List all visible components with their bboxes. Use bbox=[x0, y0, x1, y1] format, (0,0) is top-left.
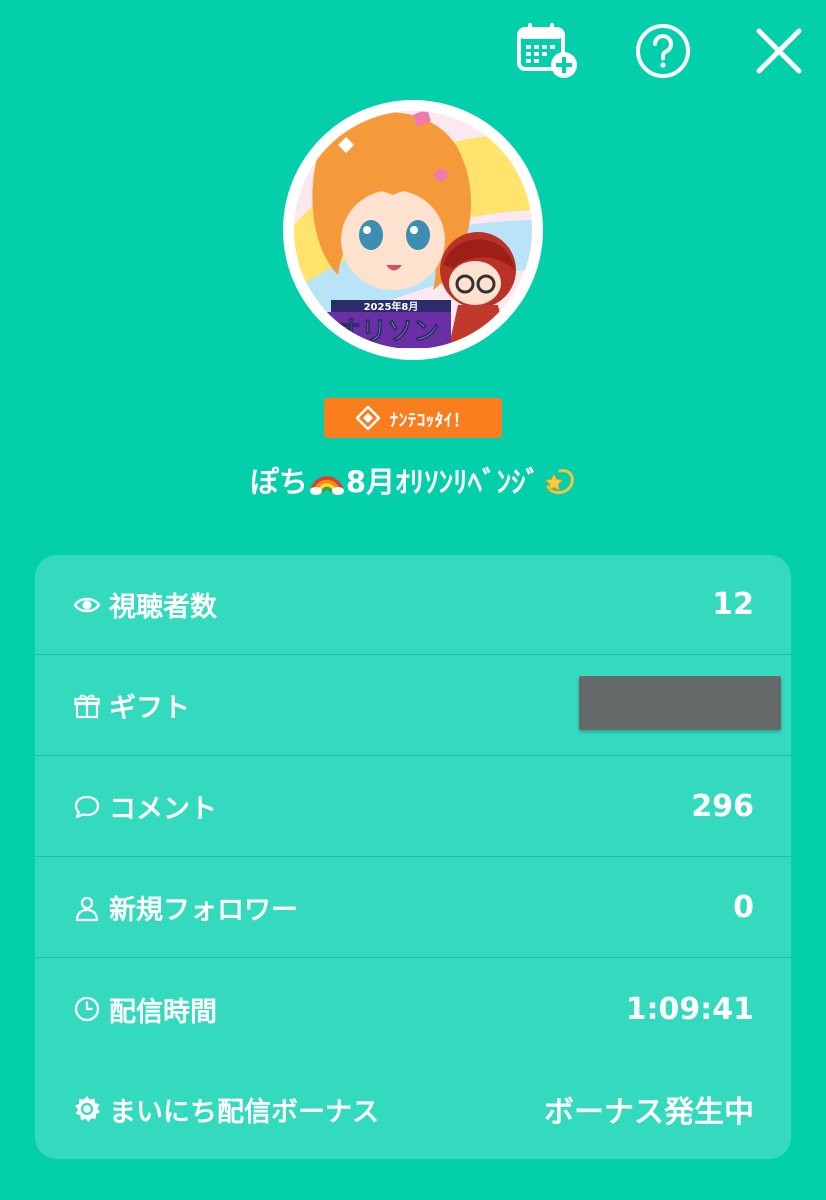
stat-label: 新規フォロワー bbox=[109, 895, 298, 926]
eye-icon bbox=[73, 597, 101, 612]
stat-value: ボーナス発生中 bbox=[544, 1095, 754, 1130]
person-icon bbox=[75, 896, 99, 921]
avatar-illustration: 2025年8月 オリソン bbox=[288, 105, 538, 355]
rainbow-icon bbox=[309, 476, 344, 495]
close-icon bbox=[756, 28, 802, 74]
stream-title: ぽち 8月ｵﾘｿﾝﾘﾍﾞﾝｼﾞ bbox=[0, 456, 826, 504]
stat-value: 0 bbox=[733, 890, 754, 925]
diamond-icon bbox=[355, 406, 380, 430]
close-button[interactable] bbox=[748, 20, 810, 82]
comment-icon bbox=[74, 795, 100, 818]
sun-icon bbox=[74, 1095, 101, 1123]
calendar-plus-icon bbox=[517, 23, 577, 78]
stat-label: ギフト bbox=[109, 693, 190, 724]
stat-row-comments: コメント 296 bbox=[35, 757, 791, 857]
calendar-add-button[interactable] bbox=[512, 20, 584, 82]
stat-value: 296 bbox=[691, 789, 754, 824]
dizzy-star-icon bbox=[544, 469, 574, 494]
stat-value: 12 bbox=[712, 587, 754, 622]
redacted-value-block bbox=[579, 676, 781, 730]
help-button[interactable] bbox=[630, 20, 696, 82]
stream-stats-card: 視聴者数 12 ギフト コメント 296 新規フォロワー 0 配信時間 1:09… bbox=[35, 555, 791, 1159]
clock-icon bbox=[74, 996, 100, 1022]
stream-title-part2: 8月ｵﾘｿﾝﾘﾍﾞﾝｼﾞ bbox=[345, 465, 541, 499]
stream-title-part1: ぽち bbox=[249, 465, 308, 499]
streamer-avatar[interactable]: 2025年8月 オリソン bbox=[283, 100, 543, 360]
stat-row-gifts: ギフト bbox=[35, 656, 791, 756]
stat-label: 配信時間 bbox=[109, 996, 217, 1028]
stat-label: 視聴者数 bbox=[109, 592, 217, 623]
stat-row-new-followers: 新規フォロワー 0 bbox=[35, 858, 791, 958]
question-circle-icon bbox=[636, 24, 690, 78]
stat-row-daily-bonus: まいにち配信ボーナス ボーナス発生中 bbox=[35, 1059, 791, 1159]
gift-icon bbox=[74, 694, 100, 718]
avatar-logo-year: 2025年8月 bbox=[364, 300, 419, 313]
stat-label: まいにち配信ボーナス bbox=[109, 1096, 379, 1128]
stat-row-stream-time: 配信時間 1:09:41 bbox=[35, 959, 791, 1059]
stat-row-viewers: 視聴者数 12 bbox=[35, 555, 791, 655]
stat-label: コメント bbox=[109, 794, 217, 825]
stat-value: 1:09:41 bbox=[625, 991, 754, 1027]
streamer-rank-badge[interactable]: ﾅﾝﾃｺｯﾀｲ！ bbox=[324, 398, 502, 438]
badge-label: ﾅﾝﾃｺｯﾀｲ！ bbox=[389, 410, 471, 431]
